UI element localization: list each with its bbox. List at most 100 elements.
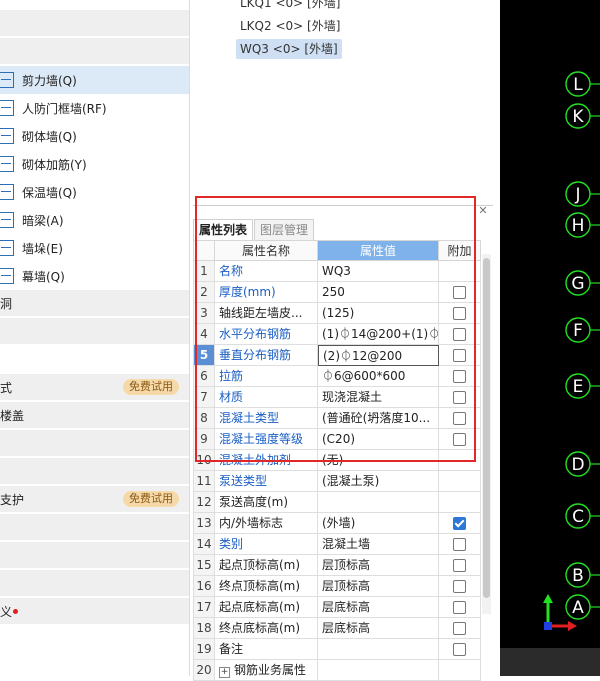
- property-row[interactable]: 1 名称 WQ3: [193, 261, 481, 282]
- property-row[interactable]: 14 类别 混凝土墙: [193, 534, 481, 555]
- header-name: 属性名称: [215, 240, 318, 261]
- extra-checkbox[interactable]: [453, 538, 466, 551]
- property-value[interactable]: ⏀6@600*600: [318, 366, 439, 387]
- property-value[interactable]: [318, 492, 439, 513]
- property-row[interactable]: 12 泵送高度(m): [193, 492, 481, 513]
- free-trial-badge[interactable]: 免费试用: [123, 491, 179, 507]
- axis-marker[interactable]: K: [565, 103, 600, 129]
- extra-checkbox[interactable]: [453, 328, 466, 341]
- property-value[interactable]: 层底标高: [318, 597, 439, 618]
- extra-checkbox[interactable]: [453, 286, 466, 299]
- component-list-item[interactable]: WQ3 <0> [外墙]: [236, 39, 342, 59]
- tree-category[interactable]: [0, 38, 189, 64]
- property-value[interactable]: 现浇混凝土: [318, 387, 439, 408]
- property-value[interactable]: WQ3: [318, 261, 439, 282]
- extra-checkbox[interactable]: [453, 517, 466, 530]
- close-icon[interactable]: ✕: [477, 205, 489, 217]
- axis-marker[interactable]: B: [565, 562, 600, 588]
- property-value[interactable]: 混凝土墙: [318, 534, 439, 555]
- tree-category[interactable]: [0, 318, 189, 344]
- property-row[interactable]: 20 + 钢筋业务属性: [193, 660, 481, 681]
- tree-category[interactable]: [0, 570, 189, 596]
- property-value[interactable]: 层底标高: [318, 618, 439, 639]
- axis-marker[interactable]: F: [565, 317, 600, 343]
- property-value[interactable]: [318, 660, 439, 681]
- axis-marker[interactable]: G: [565, 270, 600, 296]
- extra-checkbox[interactable]: [453, 622, 466, 635]
- tree-category[interactable]: 义: [0, 598, 189, 624]
- property-row[interactable]: 6 拉筋 ⏀6@600*600: [193, 366, 481, 387]
- property-row[interactable]: 11 泵送类型 (混凝土泵): [193, 471, 481, 492]
- tab-property-list[interactable]: 属性列表: [193, 219, 254, 241]
- vertical-scrollbar[interactable]: [482, 254, 491, 614]
- tree-category[interactable]: [0, 542, 189, 568]
- property-row[interactable]: 4 水平分布钢筋 (1)⏀14@200+(1)⏀1: [193, 324, 481, 345]
- tree-category[interactable]: [0, 458, 189, 484]
- property-row[interactable]: 10 混凝土外加剂 (无): [193, 450, 481, 471]
- extra-checkbox[interactable]: [453, 370, 466, 383]
- tree-category[interactable]: 式 免费试用: [0, 374, 189, 400]
- tree-category[interactable]: [0, 430, 189, 456]
- property-value[interactable]: 250: [318, 282, 439, 303]
- property-row[interactable]: 5 垂直分布钢筋 (2)⏀12@200: [193, 345, 481, 366]
- tree-item[interactable]: 墙垛(E): [0, 234, 189, 262]
- expand-icon[interactable]: +: [219, 667, 230, 678]
- property-row[interactable]: 15 起点顶标高(m) 层顶标高: [193, 555, 481, 576]
- extra-checkbox[interactable]: [453, 643, 466, 656]
- tree-item[interactable]: 砌体墙(Q): [0, 122, 189, 150]
- property-value[interactable]: (1)⏀14@200+(1)⏀1: [318, 324, 439, 345]
- free-trial-badge[interactable]: 免费试用: [123, 379, 179, 395]
- axis-marker[interactable]: E: [565, 373, 600, 399]
- property-row[interactable]: 2 厚度(mm) 250: [193, 282, 481, 303]
- tree-category[interactable]: 楼盖: [0, 402, 189, 428]
- property-row[interactable]: 9 混凝土强度等级 (C20): [193, 429, 481, 450]
- extra-checkbox[interactable]: [453, 601, 466, 614]
- property-value[interactable]: (普通砼(坍落度10...: [318, 408, 439, 429]
- property-row[interactable]: 13 内/外墙标志 (外墙): [193, 513, 481, 534]
- extra-checkbox[interactable]: [453, 433, 466, 446]
- axis-marker[interactable]: J: [565, 181, 600, 207]
- tree-item[interactable]: 砌体加筋(Y): [0, 150, 189, 178]
- tree-category[interactable]: 洞: [0, 290, 189, 316]
- property-row[interactable]: 8 混凝土类型 (普通砼(坍落度10...: [193, 408, 481, 429]
- axis-marker[interactable]: D: [565, 451, 600, 477]
- property-value[interactable]: 层顶标高: [318, 576, 439, 597]
- drawing-canvas[interactable]: LK JH G F E D C BA: [500, 0, 600, 676]
- property-value[interactable]: 层顶标高: [318, 555, 439, 576]
- property-row[interactable]: 16 终点顶标高(m) 层顶标高: [193, 576, 481, 597]
- tree-item[interactable]: 暗梁(A): [0, 206, 189, 234]
- axis-marker[interactable]: A: [565, 594, 600, 620]
- property-value[interactable]: (混凝土泵): [318, 471, 439, 492]
- extra-checkbox[interactable]: [453, 307, 466, 320]
- property-row[interactable]: 19 备注: [193, 639, 481, 660]
- property-row[interactable]: 7 材质 现浇混凝土: [193, 387, 481, 408]
- tree-category[interactable]: 支护 免费试用: [0, 486, 189, 512]
- property-row[interactable]: 18 终点底标高(m) 层底标高: [193, 618, 481, 639]
- property-row[interactable]: 17 起点底标高(m) 层底标高: [193, 597, 481, 618]
- property-value[interactable]: (C20): [318, 429, 439, 450]
- tree-item[interactable]: 保温墙(Q): [0, 178, 189, 206]
- tree-category[interactable]: [0, 514, 189, 540]
- extra-checkbox[interactable]: [453, 412, 466, 425]
- tab-layer-management[interactable]: 图层管理: [254, 219, 315, 241]
- tree-category[interactable]: [0, 10, 189, 36]
- axis-marker[interactable]: C: [565, 503, 600, 529]
- tree-item[interactable]: 剪力墙(Q): [0, 66, 189, 94]
- tree-item[interactable]: 幕墙(Q): [0, 262, 189, 290]
- property-value[interactable]: [318, 639, 439, 660]
- axis-marker[interactable]: H: [565, 212, 600, 238]
- property-value[interactable]: (2)⏀12@200: [318, 345, 439, 366]
- property-value[interactable]: (外墙): [318, 513, 439, 534]
- component-list-item[interactable]: LKQ1 <0> [外墙]: [236, 0, 344, 13]
- tree-item[interactable]: 人防门框墙(RF): [0, 94, 189, 122]
- extra-checkbox[interactable]: [453, 391, 466, 404]
- scrollbar-thumb[interactable]: [483, 258, 490, 598]
- property-value[interactable]: (无): [318, 450, 439, 471]
- extra-checkbox[interactable]: [453, 349, 466, 362]
- axis-marker[interactable]: L: [565, 71, 600, 97]
- property-row[interactable]: 3 轴线距左墙皮... (125): [193, 303, 481, 324]
- extra-checkbox[interactable]: [453, 580, 466, 593]
- extra-checkbox[interactable]: [453, 559, 466, 572]
- component-list-item[interactable]: LKQ2 <0> [外墙]: [236, 16, 344, 36]
- property-value[interactable]: (125): [318, 303, 439, 324]
